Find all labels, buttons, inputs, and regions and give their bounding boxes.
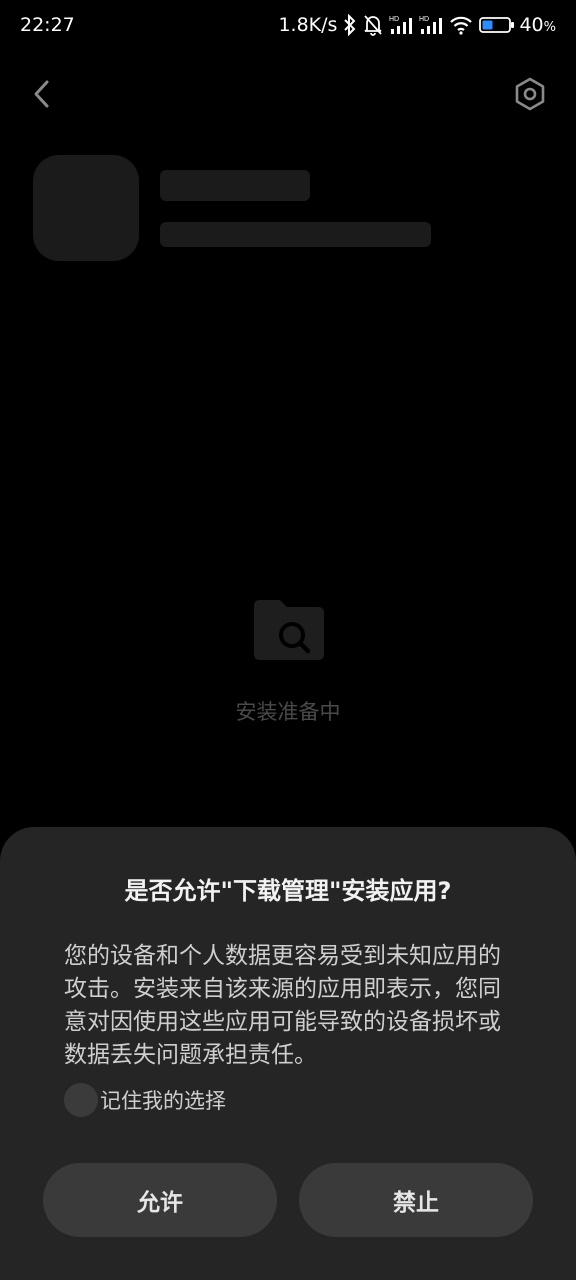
battery-percent: 40 [519, 14, 544, 36]
back-button[interactable] [22, 74, 62, 114]
dialog-message: 您的设备和个人数据更容易受到未知应用的攻击。安装来自该来源的应用即表示，您同意对… [64, 943, 501, 1068]
app-info-placeholder [160, 222, 431, 247]
battery-icon [479, 17, 515, 33]
sim-label: HD [389, 16, 399, 23]
hexagon-settings-icon [515, 77, 545, 111]
app-icon-placeholder [33, 155, 139, 261]
signal-icon: HD [419, 14, 443, 36]
bluetooth-icon [343, 14, 357, 36]
folder-search-icon [250, 598, 328, 662]
dialog-title: 是否允许"下载管理"安装应用? [124, 877, 452, 905]
top-app-bar [0, 70, 576, 118]
status-icons: 1.8K/s HD HD 40% [278, 14, 556, 36]
battery-unit: % [543, 20, 556, 35]
battery: 40% [479, 14, 556, 36]
app-name-placeholder [160, 170, 310, 201]
status-time: 22:27 [20, 14, 75, 36]
chevron-left-icon [34, 80, 49, 108]
preparing-status-text: 安装准备中 [235, 700, 341, 724]
remember-label: 记住我的选择 [100, 1089, 226, 1113]
install-screen: 22:27 1.8K/s HD HD 40% 安装准备中 是否允许"下载管理"安… [0, 0, 576, 1280]
remember-checkbox[interactable] [64, 1083, 98, 1117]
install-permission-dialog: 是否允许"下载管理"安装应用? 您的设备和个人数据更容易受到未知应用的攻击。安装… [0, 827, 576, 1280]
settings-button[interactable] [510, 74, 550, 114]
mute-bell-icon [363, 14, 383, 36]
deny-button[interactable]: 禁止 [299, 1163, 533, 1237]
sim-label: HD [419, 16, 429, 23]
remember-choice-option[interactable]: 记住我的选择 [64, 1083, 226, 1117]
wifi-icon [449, 15, 473, 35]
allow-button[interactable]: 允许 [43, 1163, 277, 1237]
net-speed: 1.8K/s [278, 14, 338, 36]
status-bar: 22:27 1.8K/s HD HD 40% [0, 0, 576, 50]
signal-icon: HD [389, 14, 413, 36]
